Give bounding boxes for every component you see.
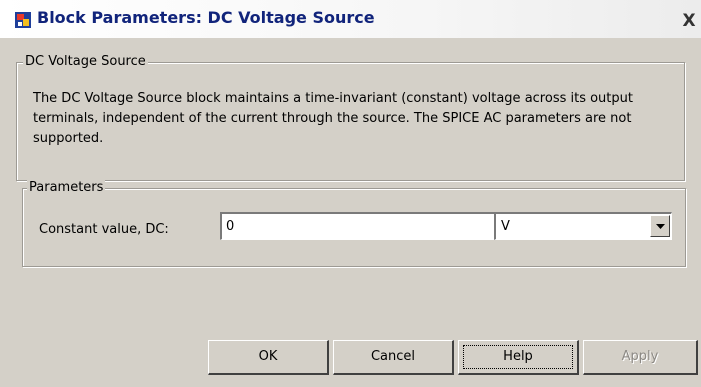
description-group: DC Voltage Source The DC Voltage Source …	[16, 54, 685, 181]
unit-select[interactable]: V	[494, 212, 672, 240]
cancel-button[interactable]: Cancel	[333, 340, 454, 375]
block-parameters-dialog: Block Parameters: DC Voltage Source X DC…	[0, 0, 701, 387]
constant-value-input[interactable]	[220, 212, 505, 240]
unit-select-value: V	[501, 219, 510, 234]
help-button[interactable]: Help	[458, 340, 579, 375]
help-button-label: Help	[503, 349, 533, 364]
constant-value-label: Constant value, DC:	[39, 222, 169, 237]
dialog-body: DC Voltage Source The DC Voltage Source …	[0, 38, 701, 387]
ok-button[interactable]: OK	[208, 340, 329, 375]
parameters-group: Parameters Constant value, DC: V	[22, 180, 686, 267]
parameters-group-legend: Parameters	[27, 180, 106, 196]
unit-dropdown-button[interactable]	[650, 215, 670, 237]
ok-button-label: OK	[258, 349, 278, 364]
title-bar[interactable]: Block Parameters: DC Voltage Source X	[0, 0, 701, 39]
apply-button[interactable]: Apply	[583, 340, 698, 375]
simulink-block-icon	[15, 12, 31, 28]
cancel-button-label: Cancel	[370, 349, 416, 364]
description-group-legend: DC Voltage Source	[23, 54, 148, 70]
window-title: Block Parameters: DC Voltage Source	[37, 8, 375, 27]
chevron-down-icon	[656, 224, 665, 229]
close-icon: X	[682, 11, 696, 31]
close-button[interactable]: X	[680, 12, 698, 30]
block-description: The DC Voltage Source block maintains a …	[33, 91, 633, 146]
apply-button-label: Apply	[621, 349, 659, 364]
